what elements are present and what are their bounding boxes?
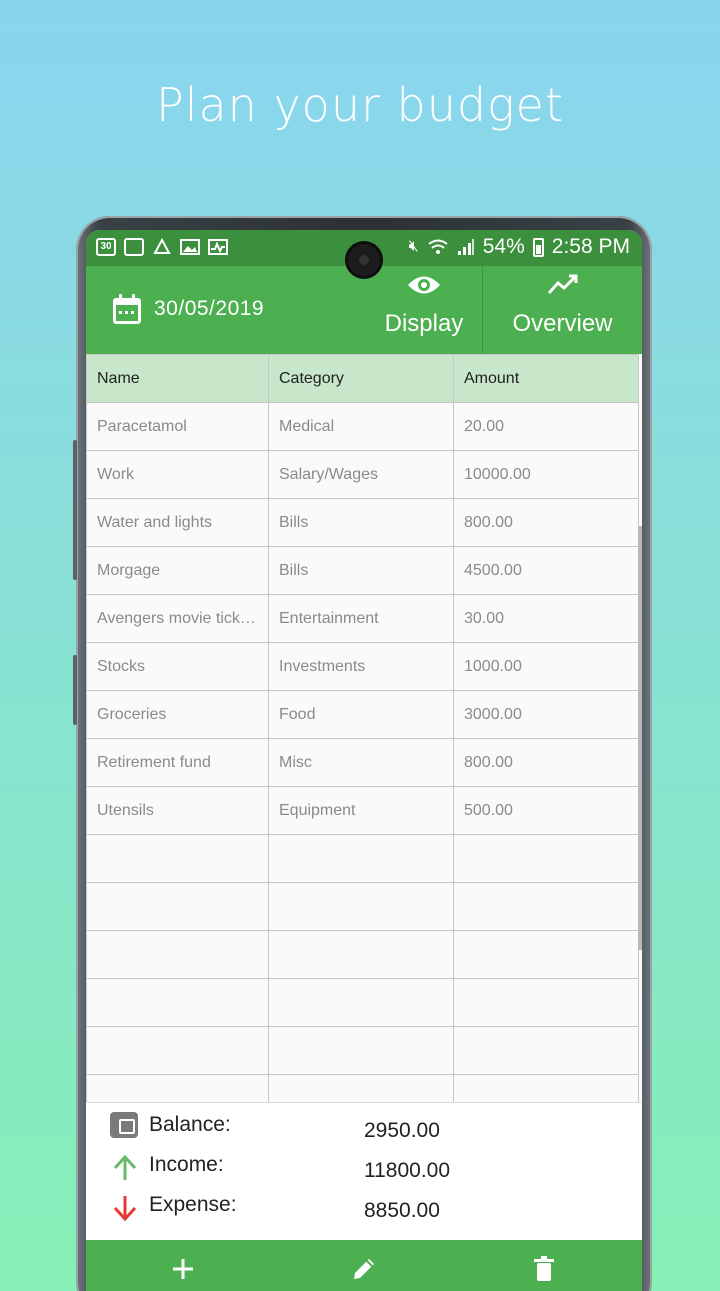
delete-icon [534, 1256, 554, 1281]
tab-overview-label: Overview [512, 310, 613, 337]
expense-label: Expense: [149, 1193, 237, 1216]
phone-side-button [73, 655, 77, 725]
calendar-icon [124, 238, 144, 256]
table-row[interactable]: Stocks Investments 1000.00 [86, 642, 639, 691]
cell-amount: 10000.00 [453, 450, 639, 499]
cell-category: Bills [268, 546, 454, 595]
cell-name: Stocks [86, 642, 269, 691]
app-bar: 30/05/2019 Display Overview [86, 266, 642, 354]
empty-table-row[interactable] [86, 930, 639, 979]
cell-amount: 800.00 [453, 498, 639, 547]
front-camera [348, 244, 380, 276]
table-row[interactable]: Utensils Equipment 500.00 [86, 786, 639, 835]
trending-up-icon [483, 266, 642, 306]
transactions-table[interactable]: Name Category Amount Paracetamol Medical… [86, 354, 642, 1102]
income-value: 11800.00 [364, 1159, 451, 1182]
tab-display[interactable]: Display [368, 266, 480, 354]
table-row[interactable]: Water and lights Bills 800.00 [86, 498, 639, 547]
eye-icon [368, 266, 480, 306]
column-header-category[interactable]: Category [268, 354, 454, 403]
date-picker[interactable]: 30/05/2019 [112, 294, 264, 324]
calendar-icon [112, 294, 142, 324]
empty-table-row[interactable] [86, 882, 639, 931]
cell-category: Entertainment [268, 594, 454, 643]
expense-row: Expense: 8850.00 [110, 1189, 630, 1225]
arrow-down-icon [113, 1196, 137, 1222]
cell-name: Groceries [86, 690, 269, 739]
cell-amount: 1000.00 [453, 642, 639, 691]
mute-icon: 🔇︎ [408, 238, 419, 255]
balance-row: Balance: 2950.00 [110, 1109, 630, 1145]
bottom-action-bar [86, 1240, 642, 1291]
expense-value: 8850.00 [364, 1199, 440, 1222]
table-scrollbar[interactable] [638, 526, 642, 950]
wallet-icon [110, 1112, 138, 1138]
wifi-icon [428, 239, 448, 254]
cell-category: Investments [268, 642, 454, 691]
cell-amount: 20.00 [453, 402, 639, 451]
table-row[interactable]: Avengers movie tick… Entertainment 30.00 [86, 594, 639, 643]
battery-percent: 54% [482, 235, 525, 258]
activity-icon [208, 239, 228, 255]
signal-icon [457, 239, 474, 255]
gallery-icon [180, 239, 200, 255]
cell-category: Misc [268, 738, 454, 787]
battery-icon [532, 237, 544, 257]
cell-category: Equipment [268, 786, 454, 835]
cell-name: Paracetamol [86, 402, 269, 451]
arrow-up-icon [113, 1154, 137, 1180]
income-label: Income: [149, 1153, 224, 1176]
cell-category: Salary/Wages [268, 450, 454, 499]
cell-name: Work [86, 450, 269, 499]
cell-amount: 30.00 [453, 594, 639, 643]
column-header-amount[interactable]: Amount [453, 354, 639, 403]
cell-category: Medical [268, 402, 454, 451]
alert-icon [153, 238, 171, 254]
add-icon [173, 1259, 193, 1279]
edit-icon [354, 1259, 374, 1279]
tab-overview[interactable]: Overview [482, 266, 642, 354]
table-row[interactable]: Work Salary/Wages 10000.00 [86, 450, 639, 499]
cell-amount: 3000.00 [453, 690, 639, 739]
cell-amount: 500.00 [453, 786, 639, 835]
empty-table-row[interactable] [86, 834, 639, 883]
table-row[interactable]: Groceries Food 3000.00 [86, 690, 639, 739]
edit-button[interactable] [344, 1254, 384, 1291]
headline: Plan your budget [155, 78, 565, 132]
cell-category: Food [268, 690, 454, 739]
date-text: 30/05/2019 [154, 297, 265, 320]
calendar-30-icon: 30 [96, 238, 116, 256]
empty-table-row[interactable] [86, 1074, 639, 1102]
tab-display-label: Display [384, 310, 464, 337]
clock: 2:58 PM [551, 235, 630, 258]
app-screen: 30 🔇︎ 54% 2:58 PM 30/05/2019 Display Ove… [86, 230, 642, 1291]
cell-name: Morgage [86, 546, 269, 595]
cell-name: Utensils [86, 786, 269, 835]
table-row[interactable]: Retirement fund Misc 800.00 [86, 738, 639, 787]
table-header-row: Name Category Amount [86, 354, 639, 403]
balance-label: Balance: [149, 1113, 231, 1136]
empty-table-row[interactable] [86, 978, 639, 1027]
income-row: Income: 11800.00 [110, 1149, 630, 1185]
phone-side-button [73, 440, 77, 580]
add-button[interactable] [163, 1254, 203, 1291]
delete-button[interactable] [524, 1254, 564, 1291]
balance-value: 2950.00 [364, 1119, 440, 1142]
column-header-name[interactable]: Name [86, 354, 269, 403]
table-row[interactable]: Paracetamol Medical 20.00 [86, 402, 639, 451]
cell-name: Avengers movie tick… [86, 594, 269, 643]
table-row[interactable]: Morgage Bills 4500.00 [86, 546, 639, 595]
cell-name: Water and lights [86, 498, 269, 547]
cell-amount: 4500.00 [453, 546, 639, 595]
cell-name: Retirement fund [86, 738, 269, 787]
empty-table-row[interactable] [86, 1026, 639, 1075]
cell-amount: 800.00 [453, 738, 639, 787]
summary-panel: Balance: 2950.00 Income: 11800.00 Expens… [86, 1102, 642, 1240]
cell-category: Bills [268, 498, 454, 547]
